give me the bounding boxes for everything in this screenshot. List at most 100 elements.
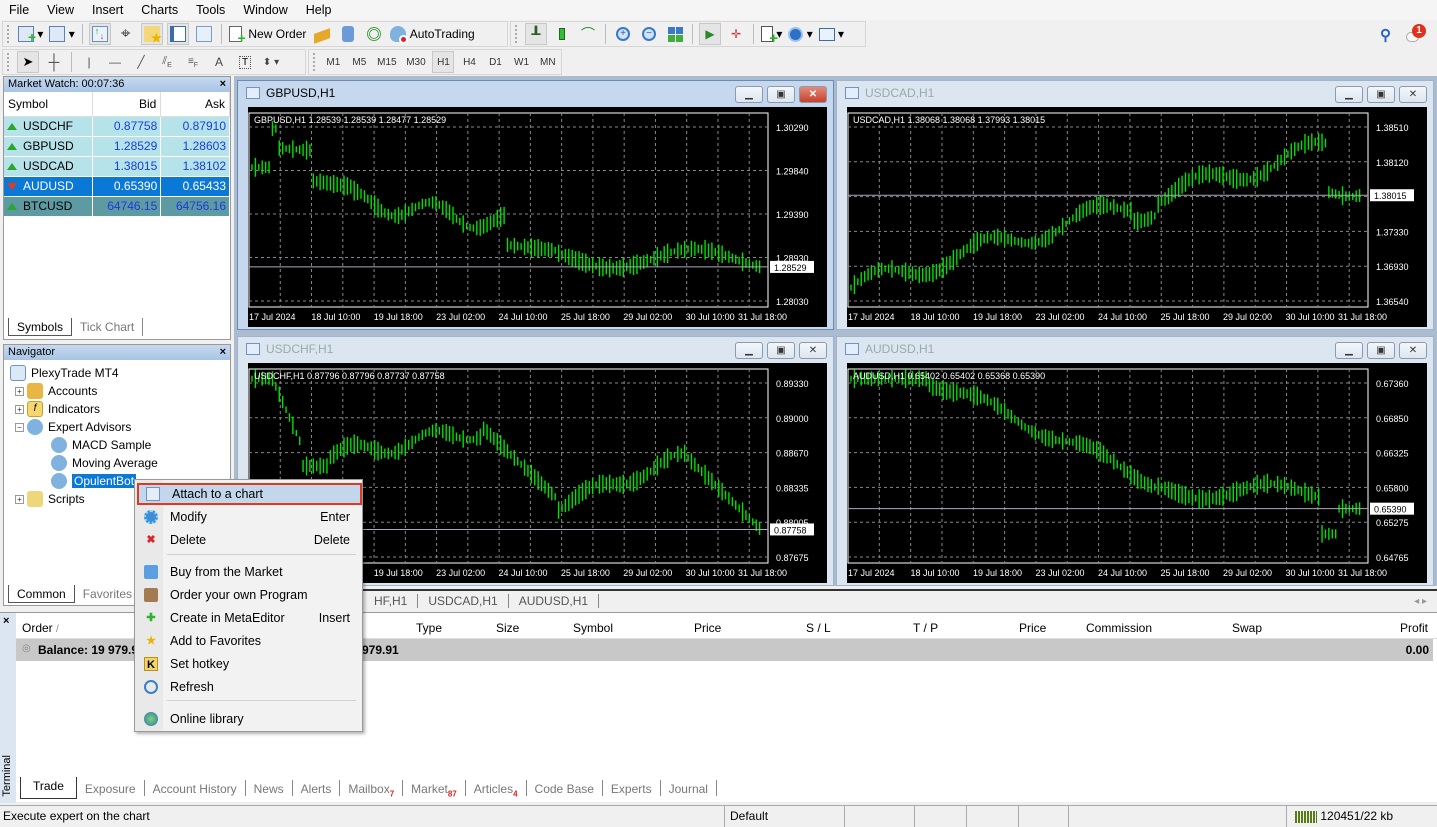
tree-item-expert-advisors[interactable]: − Expert Advisors [15,418,158,436]
column-price[interactable]: Price [694,621,721,635]
column-swap[interactable]: Swap [1232,621,1262,635]
toolbar-grip[interactable] [7,25,11,43]
community-button[interactable] [337,23,359,45]
terminal-toggle[interactable] [166,23,189,45]
terminal-tab-experts[interactable]: Experts [603,780,661,796]
minimize-button[interactable]: ▁ [735,86,763,103]
line-chart-button[interactable]: ⌒ [577,23,599,45]
bar-chart-button[interactable]: ┸ [525,23,547,45]
tree-expert-macd-sample[interactable]: MACD Sample [51,436,158,454]
terminal-tab-mailbox[interactable]: Mailbox7 [340,780,404,798]
minimize-button[interactable]: ▁ [735,342,763,359]
context-menu-item-modify[interactable]: Modify Enter [137,506,362,528]
chart-window[interactable]: USDCAD,H1 ▁▣✕1.385101.381201.377201.3733… [836,80,1434,330]
column-ask[interactable]: Ask [160,92,230,117]
menu-view[interactable]: View [38,0,83,20]
text-label-tool[interactable]: T [234,51,256,73]
notifications-button[interactable]: 1 [1406,24,1426,45]
column-symbol[interactable]: Symbol [573,621,613,635]
tab-favorites[interactable]: Favorites [75,585,142,603]
market-watch-row[interactable]: USDCAD 1.38015 1.38102 [4,156,230,177]
new-chart-button[interactable]: + ▾ [17,23,44,45]
context-menu-item-order-your-own-program[interactable]: Order your own Program [137,584,362,606]
context-menu-item-create-in-metaeditor[interactable]: ✚ Create in MetaEditor Insert [137,607,362,629]
toolbar-grip[interactable] [7,53,11,71]
restore-button[interactable]: ▣ [767,342,795,359]
close-icon[interactable]: × [3,615,9,627]
restore-button[interactable]: ▣ [767,86,795,103]
toolbar-grip[interactable] [515,25,519,43]
autoscroll-button[interactable]: ▶ [699,23,721,45]
menu-help[interactable]: Help [297,0,341,20]
chart-tab-usdchf[interactable]: HF,H1 [364,594,419,608]
status-connection[interactable]: 120451/22 kb [1286,806,1437,827]
timeframe-h4[interactable]: H4 [458,51,480,73]
chart-tab-audusd[interactable]: AUDUSD,H1 [509,594,600,608]
close-button[interactable]: ✕ [799,342,827,359]
toolbar-grip[interactable] [313,53,316,71]
close-icon[interactable]: × [220,345,226,360]
timeframe-h1[interactable]: H1 [432,51,455,73]
timeframe-m15[interactable]: M15 [374,51,399,73]
minimize-button[interactable]: ▁ [1335,342,1363,359]
zoom-out-button[interactable]: − [638,23,660,45]
market-watch-row[interactable]: GBPUSD 1.28529 1.28603 [4,136,230,157]
timeframe-w1[interactable]: W1 [510,51,532,73]
column-size[interactable]: Size [496,621,519,635]
search-button[interactable]: ⚲ [1380,26,1391,44]
chart-window[interactable]: AUDUSD,H1 ▁ ▣ ✕ 0.67360 0.66850 0.66325 0.6580… [836,336,1434,586]
terminal-tab-market[interactable]: Market87 [403,780,466,798]
restore-button[interactable]: ▣ [1367,86,1395,103]
terminal-tab-journal[interactable]: Journal [661,780,717,796]
tree-item-indicators[interactable]: + f Indicators [15,400,158,418]
expand-icon[interactable]: + [15,494,24,504]
menu-insert[interactable]: Insert [83,0,132,20]
expand-icon[interactable]: + [15,404,24,414]
indicators-button[interactable]: + ▾ [760,23,783,47]
context-menu-item-refresh[interactable]: Refresh [137,676,362,698]
market-watch-row[interactable]: AUDUSD 0.65390 0.65433 [4,176,230,197]
tree-root[interactable]: PlexyTrade MT4 [10,364,158,382]
market-watch-row[interactable]: USDCHF 0.87758 0.87910 [4,116,230,137]
close-button[interactable]: ✕ [1399,342,1427,359]
chart-tab-usdcad[interactable]: USDCAD,H1 [418,594,509,608]
signals-button[interactable] [363,23,385,45]
trendline-tool[interactable]: ╱ [130,51,152,73]
fibonacci-tool[interactable]: ≡F [182,51,204,73]
close-button[interactable]: ✕ [799,86,827,103]
metaquotes-editor-button[interactable] [311,23,333,45]
timeframe-mn[interactable]: MN [537,51,559,73]
equidistant-channel-tool[interactable]: ⫽E [156,51,178,73]
context-menu-item-buy-from-the-market[interactable]: Buy from the Market [137,561,362,583]
column-close-price[interactable]: Price [1019,621,1046,635]
timeframe-m30[interactable]: M30 [403,51,428,73]
column-type[interactable]: Type [416,621,442,635]
autotrading-button[interactable]: AutoTrading [389,23,475,45]
chart-window[interactable]: GBPUSD,H1 ▁ ▣ ✕ 1.30290 1.29840 1.29390 1.2893… [237,80,834,330]
strategy-tester-toggle[interactable] [193,23,215,45]
restore-button[interactable]: ▣ [1367,342,1395,359]
column-profit[interactable]: Profit [1400,621,1428,635]
terminal-tab-account-history[interactable]: Account History [145,780,246,796]
context-menu-item-add-to-favorites[interactable]: ★ Add to Favorites [137,630,362,652]
terminal-tab-news[interactable]: News [246,780,293,796]
chart-plot-area[interactable]: 0.67360 0.66850 0.66325 0.65800 0.65275 0.647… [847,363,1427,583]
terminal-tab-trade[interactable]: Trade [20,777,77,799]
chart-plot-area[interactable]: 1.30290 1.29840 1.29390 1.28930 1.28030 1.285… [248,107,827,327]
chart-shift-button[interactable]: ✛ [725,23,747,45]
terminal-tab-articles[interactable]: Articles4 [466,780,527,798]
vertical-line-tool[interactable]: | [78,51,100,73]
text-tool[interactable]: A [208,51,230,73]
navigator-toggle[interactable]: ★ [140,23,163,45]
market-watch-toggle[interactable]: ↑ ↓ [88,23,111,45]
context-menu-item-online-library[interactable]: Online library [137,708,362,730]
terminal-tab-exposure[interactable]: Exposure [77,780,145,796]
menu-charts[interactable]: Charts [132,0,187,20]
crosshair-tool[interactable]: ┼ [43,51,65,73]
terminal-tab-code-base[interactable]: Code Base [527,780,603,796]
tab-symbols[interactable]: Symbols [8,318,73,336]
close-button[interactable]: ✕ [1399,86,1427,103]
data-window-toggle[interactable]: ⌖ [115,23,137,45]
tab-common[interactable]: Common [8,585,75,603]
tab-tick-chart[interactable]: Tick Chart [72,318,144,336]
